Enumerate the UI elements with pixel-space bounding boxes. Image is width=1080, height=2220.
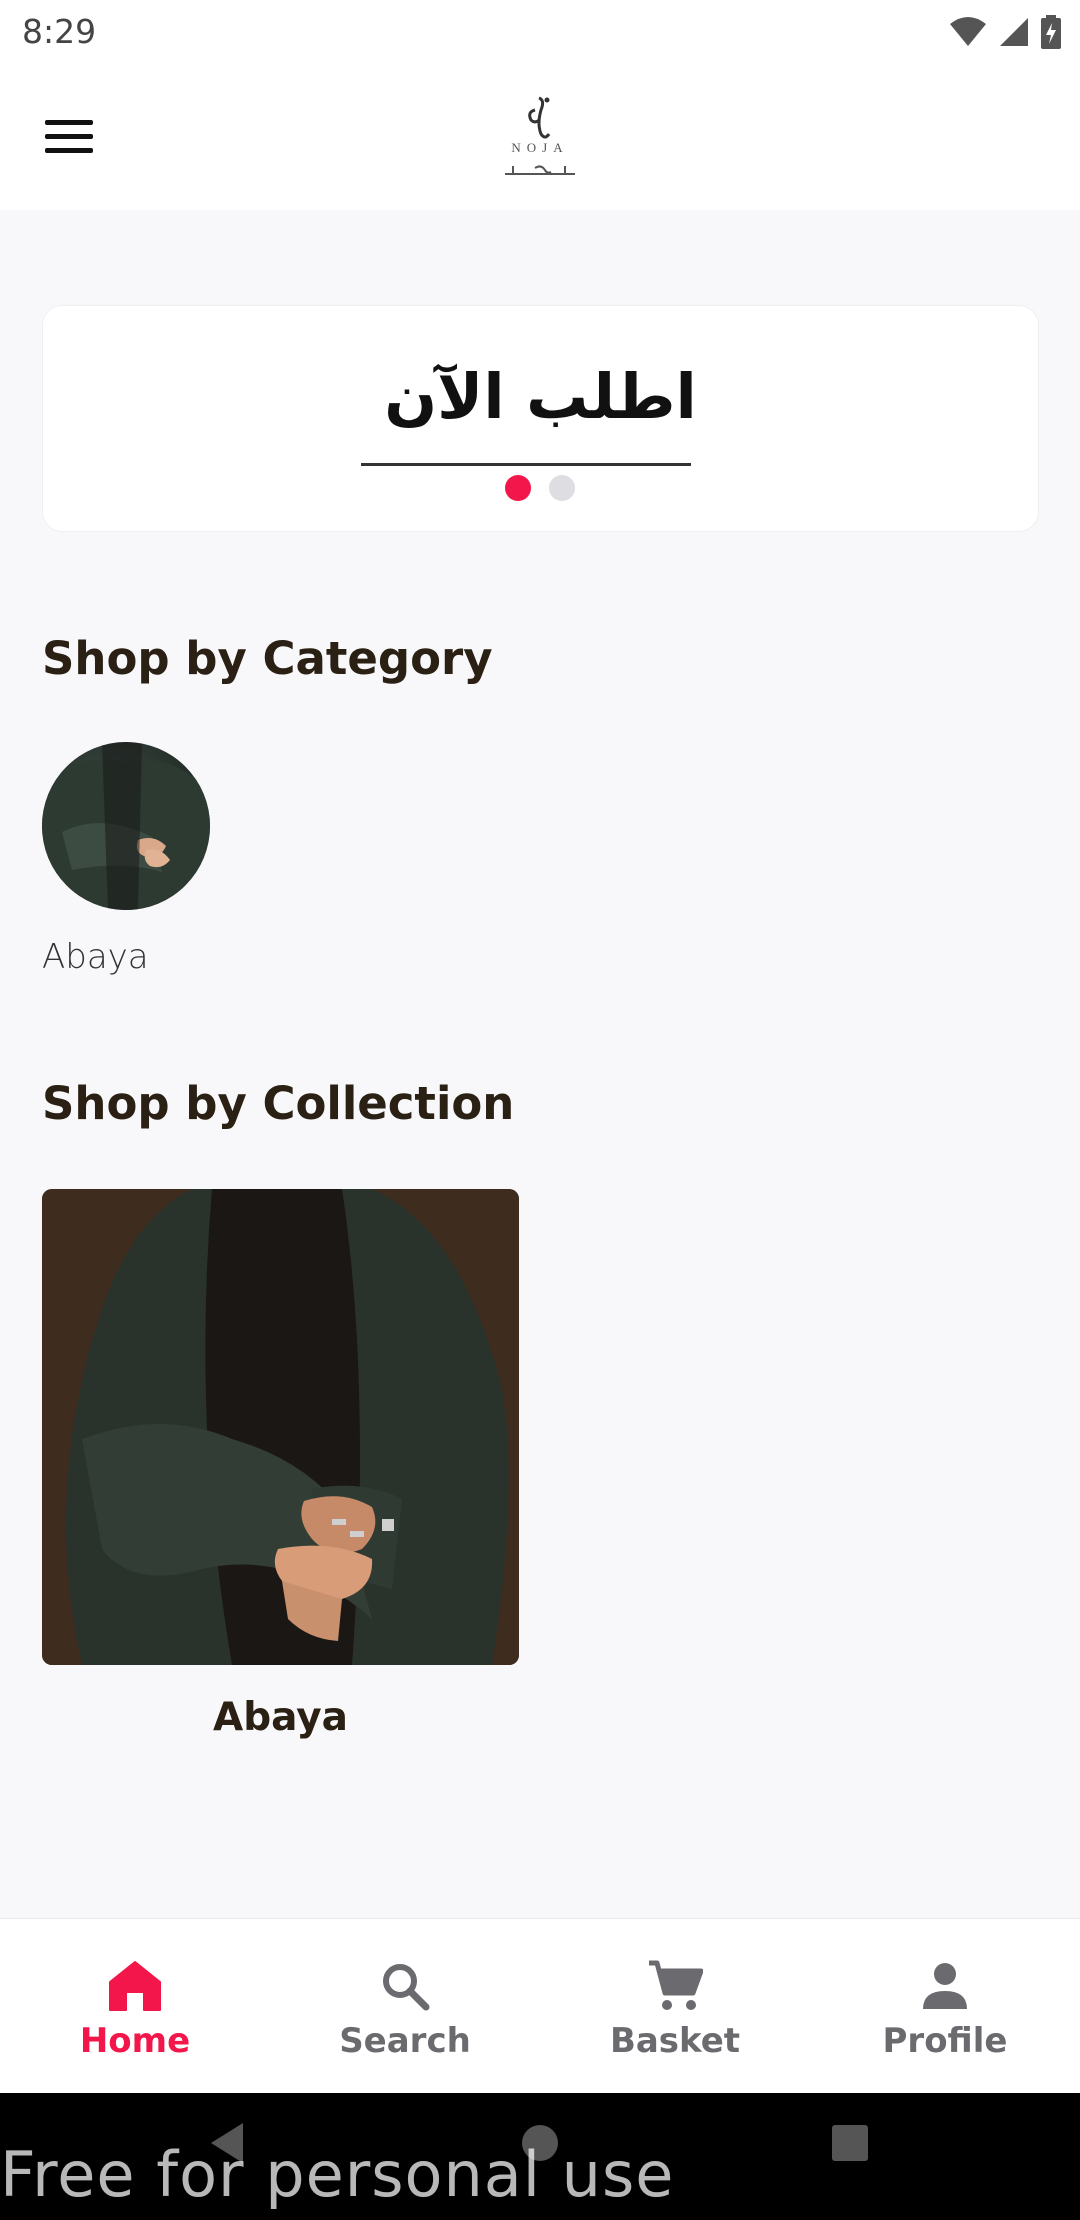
nav-label-home: Home bbox=[79, 2021, 191, 2061]
cell-signal-icon bbox=[1000, 18, 1028, 46]
logo-arabic-script bbox=[505, 165, 575, 175]
nav-item-basket[interactable]: Basket bbox=[540, 1919, 810, 2093]
bottom-navigation: Home Search Basket Profile bbox=[0, 1918, 1080, 2093]
category-section-title: Shop by Category bbox=[42, 632, 493, 685]
nav-item-profile[interactable]: Profile bbox=[810, 1919, 1080, 2093]
banner-text: اطلب الآن bbox=[384, 360, 697, 433]
abaya-thumbnail-image bbox=[42, 742, 210, 910]
nav-item-home[interactable]: Home bbox=[0, 1919, 270, 2093]
brand-logo: NOJA bbox=[495, 94, 585, 184]
category-thumbnail bbox=[42, 742, 210, 910]
status-icons bbox=[948, 12, 1062, 52]
logo-mark-icon bbox=[528, 96, 551, 139]
battery-icon bbox=[1041, 15, 1061, 49]
status-time: 8:29 bbox=[22, 12, 97, 51]
nav-label-basket: Basket bbox=[609, 2021, 741, 2061]
search-icon bbox=[383, 1964, 430, 2011]
home-icon bbox=[109, 1961, 161, 2011]
carousel-dot[interactable] bbox=[549, 475, 575, 501]
wifi-icon bbox=[950, 17, 986, 46]
nav-label-profile: Profile bbox=[882, 2021, 1008, 2061]
banner-underline bbox=[361, 463, 691, 466]
collection-section-title: Shop by Collection bbox=[42, 1077, 515, 1130]
nav-label-search: Search bbox=[339, 2021, 471, 2061]
profile-icon bbox=[923, 1963, 967, 2009]
logo-wordmark: NOJA bbox=[511, 140, 569, 155]
status-bar: 8:29 bbox=[0, 0, 1080, 64]
collection-label: Abaya bbox=[213, 1695, 348, 1740]
promo-banner[interactable]: اطلب الآن bbox=[42, 305, 1039, 532]
carousel-dot-active[interactable] bbox=[505, 475, 531, 501]
watermark-text: Free for personal use bbox=[0, 2138, 675, 2211]
nav-item-search[interactable]: Search bbox=[270, 1919, 540, 2093]
carousel-indicator bbox=[505, 475, 575, 501]
category-item-abaya[interactable]: Abaya bbox=[42, 742, 212, 977]
collection-image bbox=[42, 1189, 519, 1665]
hamburger-menu-icon bbox=[45, 120, 93, 153]
abaya-collection-image bbox=[42, 1189, 519, 1665]
cart-icon bbox=[649, 1960, 703, 2010]
menu-button[interactable] bbox=[34, 109, 104, 165]
collection-item-abaya[interactable]: Abaya bbox=[42, 1189, 519, 1740]
app-bar: NOJA bbox=[0, 64, 1080, 210]
category-label: Abaya bbox=[42, 937, 149, 977]
recents-icon[interactable] bbox=[830, 2121, 870, 2165]
